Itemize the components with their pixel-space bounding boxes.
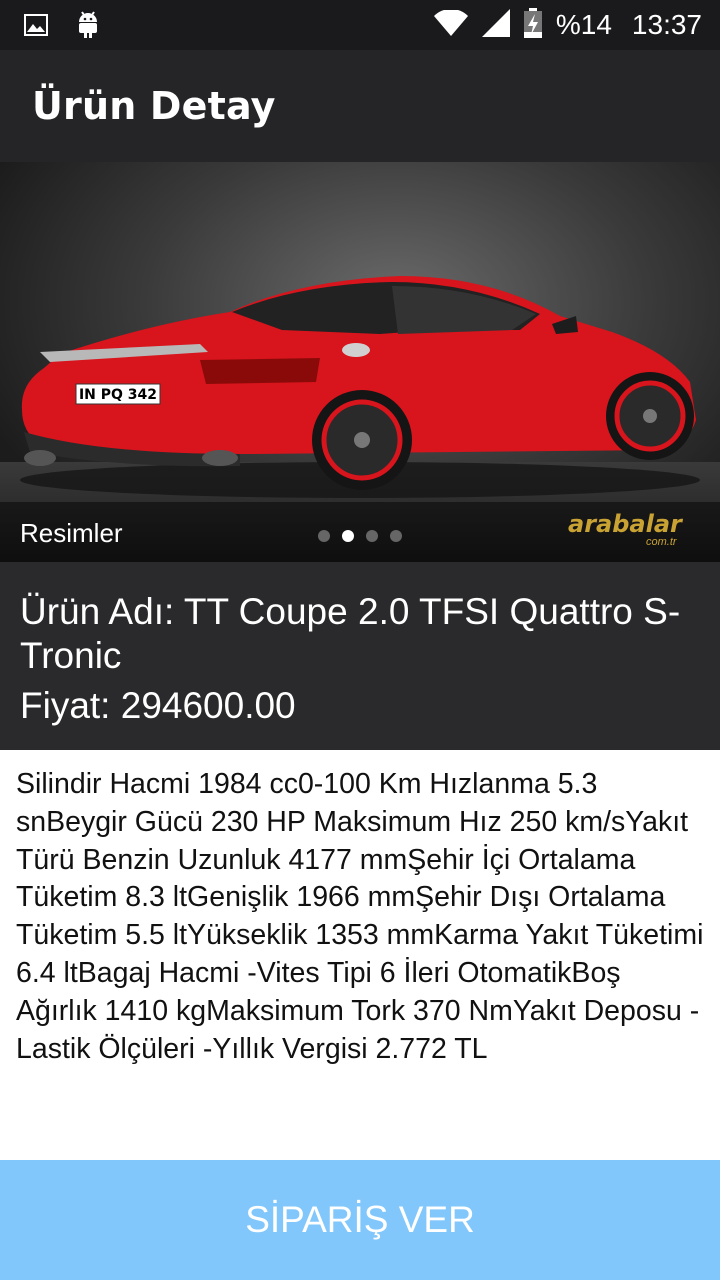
status-bar: %14 13:37 — [0, 0, 720, 50]
battery-charging-icon — [523, 7, 542, 43]
page-title: Ürün Detay — [32, 84, 276, 128]
battery-percent: %14 — [555, 9, 612, 40]
page-dot[interactable] — [366, 530, 378, 542]
carousel-label: Resimler — [20, 518, 123, 548]
watermark-logo-sub: com.tr — [646, 536, 677, 548]
plate-text: IN PQ 342 — [79, 387, 157, 403]
android-icon — [76, 10, 100, 45]
product-info: Ürün Adı: TT Coupe 2.0 TFSI Quattro S-Tr… — [0, 562, 720, 750]
page-dot[interactable] — [318, 530, 330, 542]
car-image: IN PQ 342 — [20, 276, 700, 498]
image-icon — [24, 14, 48, 41]
signal-icon — [481, 8, 510, 42]
image-carousel[interactable]: IN PQ 342 Resimler arabalar com.tr — [0, 162, 720, 562]
watermark-logo: arabalar — [568, 510, 682, 538]
page-dot-active[interactable] — [342, 530, 354, 542]
product-description: Silindir Hacmi 1984 cc0-100 Km Hızlanma … — [16, 768, 704, 1065]
page-dot[interactable] — [390, 530, 402, 542]
app-toolbar: Ürün Detay — [0, 50, 720, 162]
wifi-icon — [433, 8, 468, 41]
product-price: Fiyat: 294600.00 — [20, 685, 296, 726]
product-name: Ürün Adı: TT Coupe 2.0 TFSI Quattro S-Tr… — [20, 591, 681, 676]
page-indicator — [318, 530, 402, 542]
order-button[interactable]: SİPARİŞ VER — [0, 1160, 720, 1280]
clock: 13:37 — [631, 9, 702, 40]
